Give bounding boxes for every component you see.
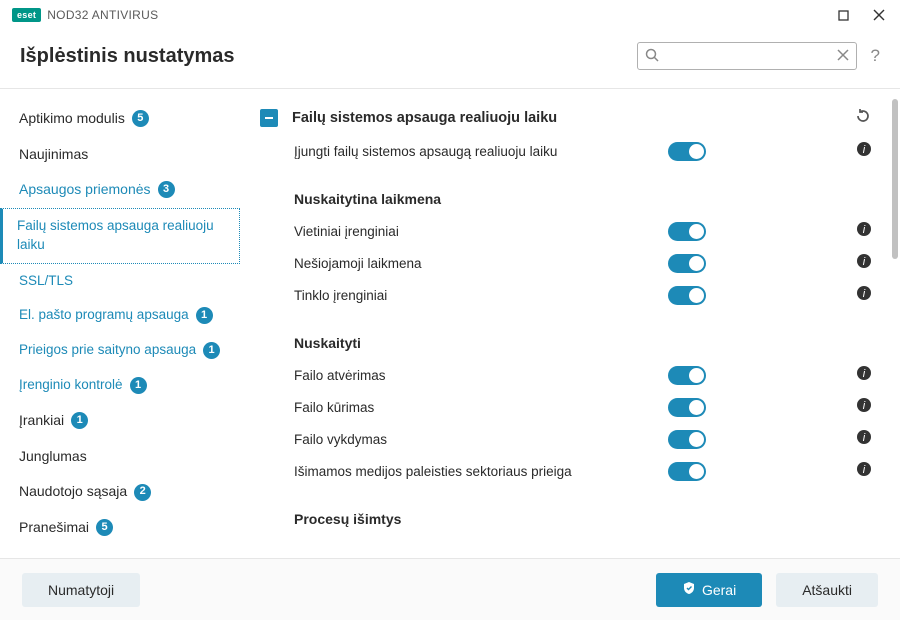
sidebar-item-label: Aptikimo modulis — [19, 109, 125, 129]
page-title: Išplėstinis nustatymas — [20, 45, 235, 68]
subsection-exceptions: Procesų išimtys — [260, 487, 892, 535]
info-icon[interactable]: i — [856, 461, 872, 481]
toggle[interactable] — [668, 222, 706, 241]
search-input[interactable] — [637, 42, 857, 70]
toggle[interactable] — [668, 398, 706, 417]
setting-label: Nešiojamoji laikmena — [294, 256, 668, 271]
setting-label: Tinklo įrenginiai — [294, 288, 668, 303]
help-icon[interactable]: ? — [871, 46, 880, 66]
titlebar: eset NOD32 ANTIVIRUS — [0, 0, 900, 30]
setting-label: Failo vykdymas — [294, 432, 668, 447]
scrollbar[interactable] — [892, 99, 898, 259]
setting-row: Nešiojamoji laikmena i — [260, 247, 892, 279]
sidebar-badge: 5 — [132, 110, 149, 127]
section-title: Failų sistemos apsauga realiuoju laiku — [292, 110, 557, 126]
setting-label: Įjungti failų sistemos apsaugą realiuoju… — [294, 144, 668, 159]
product-name: NOD32 ANTIVIRUS — [47, 8, 158, 22]
maximize-button[interactable] — [826, 2, 860, 28]
toggle[interactable] — [668, 430, 706, 449]
sidebar-badge: 5 — [96, 519, 113, 536]
sidebar: Aptikimo modulis 5 Naujinimas Apsaugos prie… — [0, 89, 240, 582]
collapse-icon[interactable] — [260, 109, 278, 127]
info-icon[interactable]: i — [856, 397, 872, 417]
section-header: Failų sistemos apsauga realiuoju laiku — [260, 101, 892, 135]
sidebar-badge: 2 — [134, 484, 151, 501]
sidebar-badge: 1 — [203, 342, 220, 359]
setting-label: Išimamos medijos paleisties sektoriaus p… — [294, 464, 668, 479]
footer: Numatytoji Gerai Atšaukti — [0, 558, 900, 620]
default-button[interactable]: Numatytoji — [22, 573, 140, 607]
close-button[interactable] — [862, 2, 896, 28]
sidebar-item-8[interactable]: Įrankiai 1 — [0, 403, 240, 439]
sidebar-item-label: Įrenginio kontrolė — [19, 376, 123, 395]
sidebar-item-label: Pranešimai — [19, 518, 89, 538]
info-icon[interactable]: i — [856, 253, 872, 273]
sidebar-item-10[interactable]: Naudotojo sąsaja 2 — [0, 474, 240, 510]
sidebar-item-label: Naujinimas — [19, 145, 88, 165]
info-icon[interactable]: i — [856, 285, 872, 305]
setting-label: Vietiniai įrenginiai — [294, 224, 668, 239]
toggle[interactable] — [668, 254, 706, 273]
ok-button[interactable]: Gerai — [656, 573, 762, 607]
sidebar-item-7[interactable]: Įrenginio kontrolė 1 — [0, 368, 240, 403]
window-controls — [826, 2, 896, 28]
toggle[interactable] — [668, 462, 706, 481]
search-box — [637, 42, 857, 70]
sidebar-item-5[interactable]: El. pašto programų apsauga 1 — [0, 298, 240, 333]
sidebar-item-3[interactable]: Failų sistemos apsauga realiuoju laiku — [0, 208, 240, 264]
sidebar-item-label: Failų sistemos apsauga realiuoju laiku — [17, 217, 223, 255]
sidebar-item-label: Įrankiai — [19, 411, 64, 431]
sidebar-badge: 1 — [130, 377, 147, 394]
content-body: Aptikimo modulis 5 Naujinimas Apsaugos prie… — [0, 89, 900, 582]
sidebar-item-label: Naudotojo sąsaja — [19, 482, 127, 502]
settings-panel: Failų sistemos apsauga realiuoju laiku Į… — [240, 89, 900, 582]
sidebar-item-2[interactable]: Apsaugos priemonės 3 — [0, 172, 240, 208]
logo-badge: eset — [12, 8, 41, 22]
setting-row: Vietiniai įrenginiai i — [260, 215, 892, 247]
sidebar-item-label: El. pašto programų apsauga — [19, 306, 189, 325]
setting-row: Įjungti failų sistemos apsaugą realiuoju… — [260, 135, 892, 167]
sidebar-item-label: Apsaugos priemonės — [19, 180, 151, 200]
subsection-scan: Nuskaityti — [260, 311, 892, 359]
setting-row: Failo kūrimas i — [260, 391, 892, 423]
sidebar-item-1[interactable]: Naujinimas — [0, 137, 240, 173]
toggle[interactable] — [668, 366, 706, 385]
ok-label: Gerai — [702, 582, 736, 598]
setting-row: Tinklo įrenginiai i — [260, 279, 892, 311]
sidebar-item-9[interactable]: Junglumas — [0, 439, 240, 475]
undo-icon[interactable] — [854, 107, 872, 129]
setting-row: Išimamos medijos paleisties sektoriaus p… — [260, 455, 892, 487]
search-icon — [645, 48, 659, 67]
sidebar-item-label: Prieigos prie saityno apsauga — [19, 341, 196, 360]
sidebar-badge: 3 — [158, 181, 175, 198]
setting-row: Failo atvėrimas i — [260, 359, 892, 391]
cancel-button[interactable]: Atšaukti — [776, 573, 878, 607]
toggle[interactable] — [668, 286, 706, 305]
sidebar-item-6[interactable]: Prieigos prie saityno apsauga 1 — [0, 333, 240, 368]
sidebar-badge: 1 — [71, 412, 88, 429]
info-icon[interactable]: i — [856, 221, 872, 241]
info-icon[interactable]: i — [856, 141, 872, 161]
app-logo: eset NOD32 ANTIVIRUS — [12, 8, 158, 22]
sidebar-item-label: SSL/TLS — [19, 272, 73, 291]
sidebar-item-11[interactable]: Pranešimai 5 — [0, 510, 240, 546]
info-icon[interactable]: i — [856, 429, 872, 449]
sidebar-item-4[interactable]: SSL/TLS — [0, 264, 240, 299]
info-icon[interactable]: i — [856, 365, 872, 385]
toggle[interactable] — [668, 142, 706, 161]
shield-icon — [682, 581, 696, 598]
setting-row: Failo vykdymas i — [260, 423, 892, 455]
sidebar-item-0[interactable]: Aptikimo modulis 5 — [0, 101, 240, 137]
setting-label: Failo atvėrimas — [294, 368, 668, 383]
header: Išplėstinis nustatymas ? — [0, 30, 900, 89]
clear-search-icon[interactable] — [837, 48, 849, 66]
sidebar-badge: 1 — [196, 307, 213, 324]
setting-label: Failo kūrimas — [294, 400, 668, 415]
sidebar-item-label: Junglumas — [19, 447, 87, 467]
subsection-media: Nuskaitytina laikmena — [260, 167, 892, 215]
